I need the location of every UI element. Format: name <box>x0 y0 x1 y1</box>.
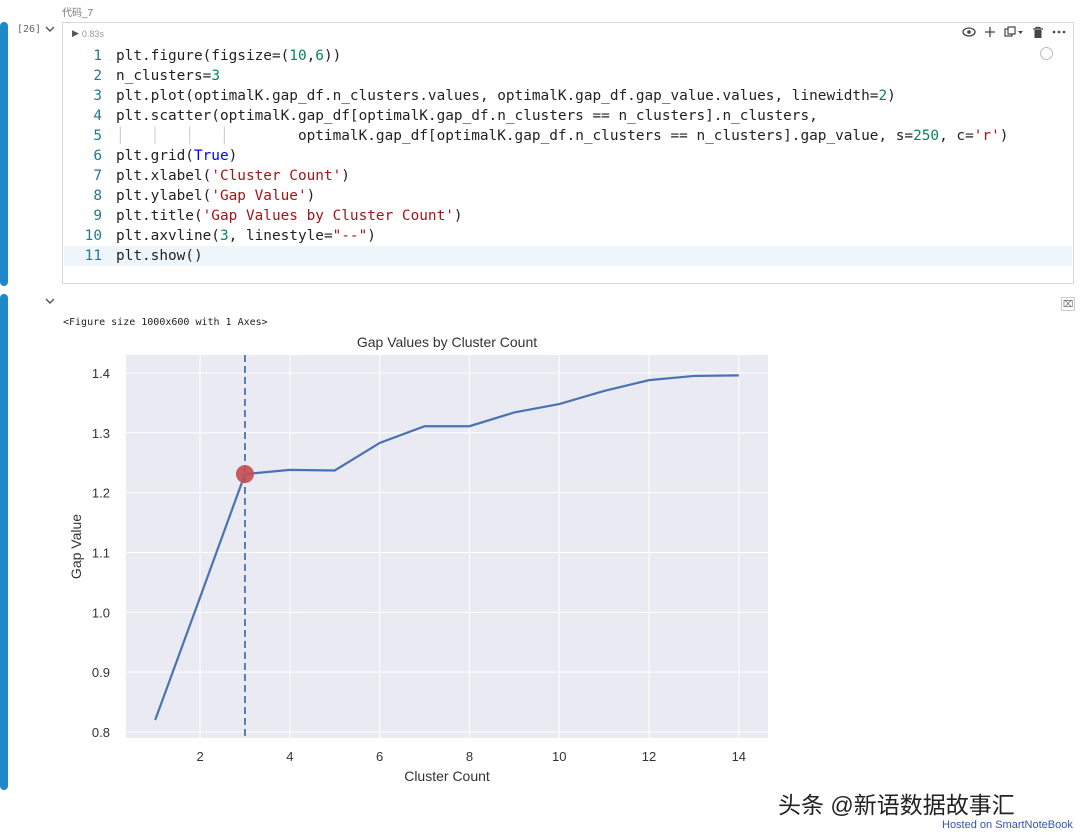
code-text: plt.scatter(optimalK.gap_df[optimalK.gap… <box>116 108 818 124</box>
plot-background <box>126 355 768 738</box>
code-line[interactable]: 5 │ │ │ │ optimalK.gap_df[optimalK.gap_df… <box>64 126 1072 146</box>
clear-output-icon[interactable]: ⌧ <box>1061 297 1075 311</box>
x-tick-label: 4 <box>286 749 293 764</box>
watermark: 头条 @新语数据故事汇 <box>778 792 1015 818</box>
line-number: 10 <box>84 228 102 244</box>
cell-selection-bar[interactable] <box>0 22 8 286</box>
line-number: 6 <box>93 148 102 164</box>
run-icon[interactable]: ▶ <box>72 28 79 39</box>
code-line[interactable]: 7 plt.xlabel('Cluster Count') <box>64 166 1072 186</box>
execution-count: [26] <box>17 24 42 35</box>
figure-size-label: <Figure size 1000x600 with 1 Axes> <box>63 317 268 328</box>
code-line[interactable]: 11 plt.show() <box>64 246 1072 266</box>
x-tick-label: 2 <box>196 749 203 764</box>
eye-icon[interactable] <box>962 26 976 42</box>
output-selection-bar[interactable] <box>0 294 8 790</box>
code-text: plt.ylabel('Gap Value') <box>116 188 316 204</box>
code-line[interactable]: 8 plt.ylabel('Gap Value') <box>64 186 1072 206</box>
more-icon[interactable] <box>1052 26 1066 42</box>
code-lines[interactable]: 1 plt.figure(figsize=(10,6)) 2 n_clusters=3… <box>64 46 1072 266</box>
code-text: plt.show() <box>116 248 203 264</box>
run-area[interactable]: ▶ 0.83s <box>72 28 104 39</box>
code-line[interactable]: 2 n_clusters=3 <box>64 66 1072 86</box>
line-number: 11 <box>84 248 102 264</box>
code-text: plt.axvline(3, linestyle="--") <box>116 228 376 244</box>
line-number: 3 <box>93 88 102 104</box>
code-text: plt.grid(True) <box>116 148 238 164</box>
y-tick-label: 1.3 <box>92 426 110 441</box>
y-tick-label: 0.9 <box>92 665 110 680</box>
y-tick-label: 1.2 <box>92 486 110 501</box>
y-tick-label: 0.8 <box>92 725 110 740</box>
collapse-code-chevron-icon[interactable] <box>44 24 56 37</box>
x-tick-label: 6 <box>376 749 383 764</box>
line-number: 9 <box>93 208 102 224</box>
code-text: plt.xlabel('Cluster Count') <box>116 168 350 184</box>
code-line[interactable]: 6 plt.grid(True) <box>64 146 1072 166</box>
optimal-cluster-point <box>235 465 254 484</box>
line-number: 2 <box>93 68 102 84</box>
cell-toolbar <box>962 26 1066 42</box>
cell-title: 代码_7 <box>62 8 94 19</box>
copy-dropdown-icon[interactable] <box>1004 26 1024 42</box>
code-text: │ │ │ │ optimalK.gap_df[optimalK.gap_df.… <box>116 128 1009 144</box>
line-number: 1 <box>93 48 102 64</box>
code-line[interactable]: 9 plt.title('Gap Values by Cluster Count'… <box>64 206 1072 226</box>
x-tick-label: 14 <box>732 749 746 764</box>
x-axis-label: Cluster Count <box>404 768 490 784</box>
gap-values-chart: 2 4 6 8 10 12 14 0.8 0.9 1.0 1.1 1.2 1.3 1.4 Gap Valu… <box>68 334 768 784</box>
code-text: n_clusters=3 <box>116 68 220 84</box>
line-number: 4 <box>93 108 102 124</box>
y-axis-label: Gap Value <box>68 514 84 579</box>
hosted-on-link[interactable]: Hosted on SmartNoteBook <box>942 819 1073 831</box>
code-text: plt.title('Gap Values by Cluster Count') <box>116 208 463 224</box>
line-number: 5 <box>93 128 102 144</box>
code-line[interactable]: 1 plt.figure(figsize=(10,6)) <box>64 46 1072 66</box>
line-number: 7 <box>93 168 102 184</box>
code-text: plt.figure(figsize=(10,6)) <box>116 48 342 64</box>
x-tick-label: 12 <box>642 749 656 764</box>
code-line[interactable]: 3 plt.plot(optimalK.gap_df.n_clusters.val… <box>64 86 1072 106</box>
y-tick-label: 1.0 <box>92 605 110 620</box>
line-number: 8 <box>93 188 102 204</box>
collapse-output-chevron-icon[interactable] <box>44 296 56 309</box>
x-tick-label: 10 <box>552 749 566 764</box>
plus-icon[interactable] <box>984 26 996 42</box>
code-line[interactable]: 4 plt.scatter(optimalK.gap_df[optimalK.ga… <box>64 106 1072 126</box>
trash-icon[interactable] <box>1032 26 1044 42</box>
y-tick-label: 1.4 <box>92 366 110 381</box>
chart-title: Gap Values by Cluster Count <box>357 334 537 350</box>
x-tick-label: 8 <box>466 749 473 764</box>
code-text: plt.plot(optimalK.gap_df.n_clusters.valu… <box>116 88 896 104</box>
code-line[interactable]: 10 plt.axvline(3, linestyle="--") <box>64 226 1072 246</box>
run-time: 0.83s <box>81 28 104 39</box>
y-tick-label: 1.1 <box>92 545 110 560</box>
